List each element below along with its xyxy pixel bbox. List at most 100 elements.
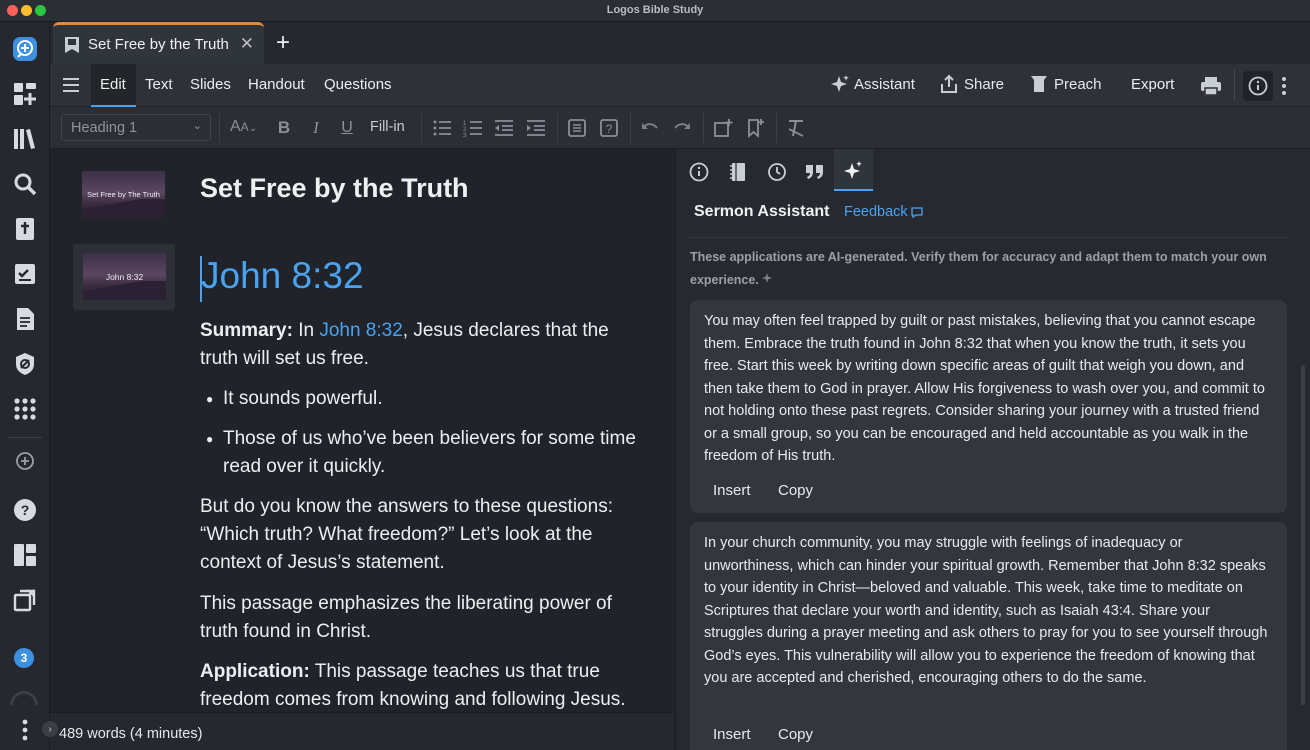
toolbar-divider: [703, 113, 704, 143]
toolbar-divider: [557, 113, 558, 143]
layout-icon[interactable]: [9, 539, 41, 571]
copy-button[interactable]: Copy: [778, 726, 813, 743]
logos-home-icon[interactable]: [9, 33, 41, 65]
paragraph-style-select[interactable]: Heading 1 ⌄: [61, 114, 211, 141]
status-bar: › 489 words (4 minutes): [42, 712, 674, 750]
bible-icon[interactable]: [9, 213, 41, 245]
history-icon[interactable]: [760, 157, 794, 187]
indent-icon[interactable]: [525, 117, 547, 139]
window-title-bar: Logos Bible Study: [0, 0, 1310, 22]
paragraph-emphasis[interactable]: This passage emphasizes the liberating p…: [200, 590, 630, 646]
library-icon[interactable]: [9, 123, 41, 155]
tab-sermon-assistant[interactable]: [834, 149, 873, 191]
outdent-icon[interactable]: [493, 117, 515, 139]
menu-slides[interactable]: Slides: [190, 76, 231, 93]
panel-divider: [686, 237, 1288, 238]
share-icon: [941, 74, 957, 93]
tab-document[interactable]: Set Free by the Truth ✕: [53, 22, 264, 64]
format-toolbar: Heading 1 ⌄ AA⌄ B I U Fill-in 123 ?: [50, 107, 1310, 149]
menu-handout[interactable]: Handout: [248, 76, 305, 93]
sermon-doc-icon: [65, 36, 79, 53]
copy-button[interactable]: Copy: [778, 482, 813, 499]
application-text: You may often feel trapped by guilt or p…: [704, 313, 1265, 464]
tab-row: Set Free by the Truth ✕ +: [50, 22, 1310, 64]
close-tab-icon[interactable]: ✕: [240, 34, 254, 54]
sermon-assistant-panel: Sermon Assistant Feedback These applicat…: [675, 149, 1310, 750]
scripture-heading[interactable]: John 8:32: [201, 255, 364, 297]
application-paragraph[interactable]: Application: This passage teaches us tha…: [200, 658, 640, 712]
insert-block-icon[interactable]: [566, 117, 588, 139]
toolbar-divider: [1234, 70, 1235, 101]
print-icon[interactable]: [1200, 76, 1222, 101]
share-button[interactable]: Share: [939, 74, 1004, 94]
bulleted-list-icon[interactable]: [431, 117, 453, 139]
word-count: 489 words (4 minutes): [59, 726, 203, 742]
insert-question-icon[interactable]: ?: [598, 117, 620, 139]
app-title: Logos Bible Study: [606, 4, 704, 16]
comment-icon: [911, 206, 923, 218]
tab-label: Set Free by the Truth: [88, 36, 229, 53]
slide-thumbnail-title[interactable]: Set Free by The Truth: [82, 171, 165, 218]
toolbar-divider: [421, 113, 422, 143]
slide-thumbnail-verse[interactable]: John 8:32: [83, 253, 166, 300]
bullet-dot: ●: [206, 392, 214, 406]
notifications-badge-icon[interactable]: 3: [14, 648, 34, 668]
left-rail: ? 3: [0, 22, 50, 750]
more-options-icon[interactable]: [1280, 76, 1288, 101]
info-panel-icon[interactable]: [1243, 71, 1273, 101]
sparkle-icon: [844, 161, 862, 179]
svg-text:?: ?: [21, 502, 30, 518]
assistant-button[interactable]: Assistant: [830, 74, 915, 94]
font-size-icon[interactable]: AA⌄: [230, 118, 257, 136]
undo-icon[interactable]: [639, 117, 661, 139]
summary-paragraph[interactable]: Summary: In John 8:32, Jesus declares th…: [200, 317, 640, 373]
toolbar-divider: [776, 113, 777, 143]
add-slide-icon[interactable]: [712, 117, 734, 139]
svg-text:3: 3: [463, 133, 467, 138]
fill-in-button[interactable]: Fill-in: [370, 119, 405, 135]
menu-questions[interactable]: Questions: [324, 76, 392, 93]
export-button[interactable]: Export: [1131, 76, 1174, 93]
apps-grid-icon[interactable]: [9, 393, 41, 425]
add-circle-icon[interactable]: [9, 445, 41, 477]
shield-icon[interactable]: [9, 348, 41, 380]
quote-icon[interactable]: [798, 157, 832, 187]
toolbar-divider: [630, 113, 631, 143]
panel-scrollbar[interactable]: [1301, 365, 1305, 705]
menu-edit[interactable]: Edit: [100, 76, 126, 93]
menu-text[interactable]: Text: [145, 76, 173, 93]
paragraph-questions[interactable]: But do you know the answers to these que…: [200, 493, 630, 577]
checklist-icon[interactable]: [9, 258, 41, 290]
more-icon[interactable]: [9, 714, 41, 746]
italic-icon[interactable]: I: [305, 117, 327, 139]
new-tab-button[interactable]: +: [276, 29, 290, 57]
document-icon[interactable]: [9, 303, 41, 335]
sparkle-icon: [762, 273, 773, 283]
redo-icon[interactable]: [671, 117, 693, 139]
bold-icon[interactable]: B: [273, 117, 295, 139]
insert-button[interactable]: Insert: [713, 726, 751, 743]
list-item[interactable]: It sounds powerful.: [223, 385, 643, 413]
application-text: In your church community, you may strugg…: [704, 535, 1268, 686]
insert-button[interactable]: Insert: [713, 482, 751, 499]
application-card-2: In your church community, you may strugg…: [690, 522, 1287, 750]
preach-button[interactable]: Preach: [1030, 74, 1102, 94]
search-icon[interactable]: [9, 168, 41, 200]
chevron-right-icon[interactable]: ›: [42, 721, 58, 737]
panel-title: Sermon Assistant: [694, 203, 830, 220]
help-icon[interactable]: ?: [9, 494, 41, 526]
scripture-link[interactable]: John 8:32: [319, 320, 402, 341]
underline-icon[interactable]: U: [336, 117, 358, 139]
notebook-icon[interactable]: [721, 157, 755, 187]
document-title[interactable]: Set Free by the Truth: [200, 173, 469, 204]
info-icon[interactable]: [682, 157, 716, 187]
numbered-list-icon[interactable]: 123: [462, 117, 484, 139]
hamburger-menu-icon[interactable]: [62, 76, 80, 99]
feedback-link[interactable]: Feedback: [844, 204, 923, 220]
clear-formatting-icon[interactable]: [785, 117, 807, 139]
close-windows-icon[interactable]: [9, 584, 41, 616]
list-item[interactable]: Those of us who’ve been believers for so…: [223, 425, 643, 481]
add-bookmark-icon[interactable]: [744, 117, 766, 139]
toolbar-divider: [219, 113, 220, 143]
dashboard-add-icon[interactable]: [9, 78, 41, 110]
